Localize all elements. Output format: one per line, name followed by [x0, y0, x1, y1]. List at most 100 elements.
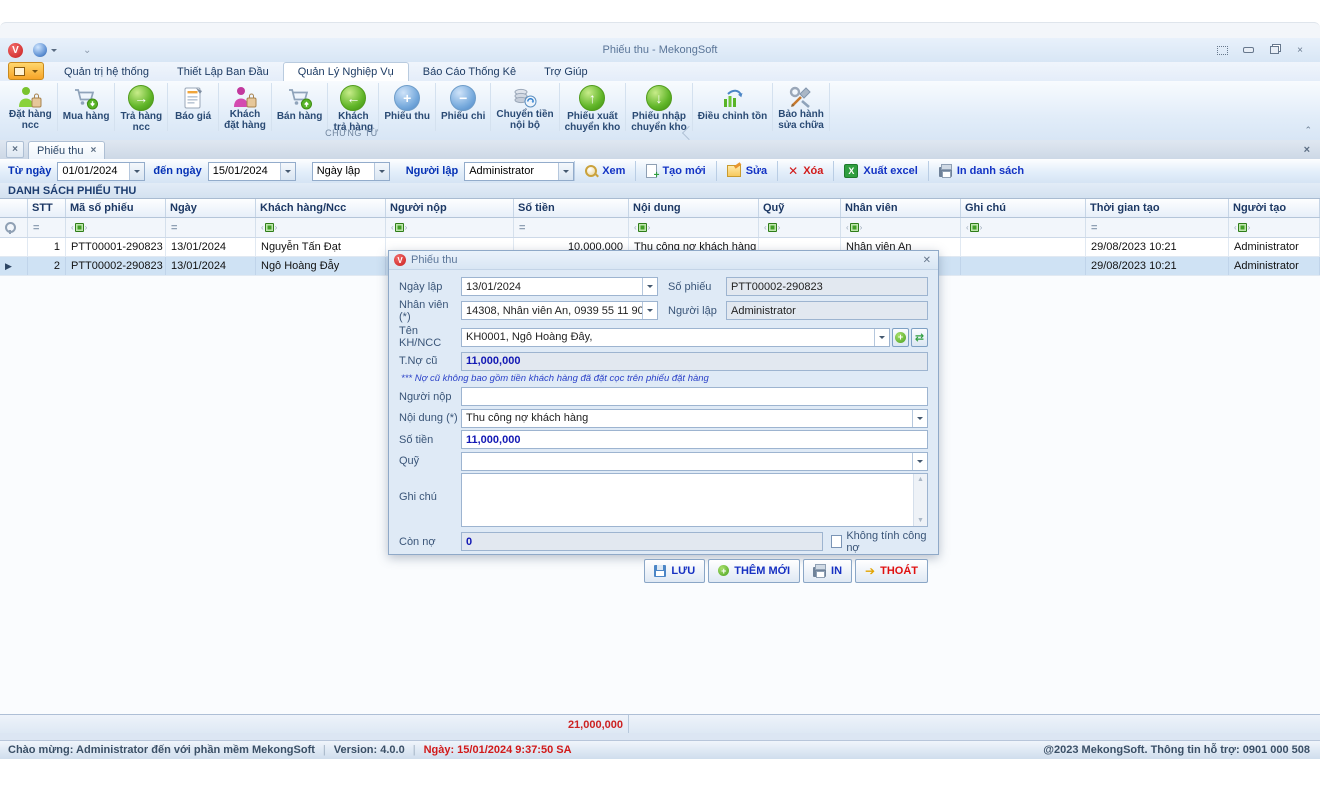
- col-nhan-vien[interactable]: Nhân viên: [841, 199, 961, 217]
- col-noi-dung[interactable]: Nội dung: [629, 199, 759, 217]
- ribbon-button-mua-hang[interactable]: Mua hàng: [58, 83, 116, 131]
- col-ngay[interactable]: Ngày: [166, 199, 256, 217]
- ribbon-button-chuyen-tien-noi-bo[interactable]: Chuyển tiền nội bộ: [491, 83, 559, 131]
- app-logo-icon[interactable]: V: [8, 43, 23, 58]
- chevron-down-icon[interactable]: [280, 163, 295, 180]
- filter-khach-hang[interactable]: ‹›: [256, 218, 386, 237]
- scrollbar[interactable]: ▲▼: [913, 474, 927, 526]
- ribbon-button-phieu-xuat-chuyen-kho[interactable]: ↑ Phiếu xuất chuyển kho: [560, 83, 627, 131]
- dialog-close-icon[interactable]: ✕: [923, 255, 931, 266]
- chevron-down-icon[interactable]: [642, 278, 657, 295]
- add-new-button[interactable]: + THÊM MỚI: [708, 559, 800, 583]
- filter-noi-dung[interactable]: ‹›: [629, 218, 759, 237]
- chevron-down-icon[interactable]: [912, 453, 927, 470]
- quick-access-icon[interactable]: [33, 43, 47, 57]
- exit-button[interactable]: ➔ THOÁT: [855, 559, 928, 583]
- chevron-down-icon[interactable]: [51, 49, 57, 55]
- tab-close-icon[interactable]: ×: [90, 145, 96, 156]
- ribbon-button-dieu-chinh-ton[interactable]: Điều chỉnh tồn: [693, 83, 773, 131]
- menu-tab-bao-cao-thong-ke[interactable]: Báo Cáo Thống Kê: [409, 63, 530, 81]
- chevron-down-icon[interactable]: [129, 163, 144, 180]
- col-so-tien[interactable]: Số tiền: [514, 199, 629, 217]
- ribbon-button-khach-dat-hang[interactable]: Khách đặt hàng: [219, 83, 272, 131]
- nguoi-nop-input[interactable]: [461, 387, 928, 406]
- ribbon-button-ban-hang[interactable]: Bán hàng: [272, 83, 329, 131]
- ribbon-button-phieu-thu[interactable]: + Phiếu thu: [379, 83, 436, 131]
- delete-x-icon: ✕: [788, 164, 798, 178]
- ghi-chu-textarea[interactable]: ▲▼: [461, 473, 928, 527]
- chevron-down-icon[interactable]: [558, 163, 573, 180]
- scroll-up-icon[interactable]: ▲: [917, 476, 924, 483]
- add-customer-button[interactable]: +: [892, 328, 909, 347]
- filter-quy[interactable]: ‹›: [759, 218, 841, 237]
- edit-button[interactable]: Sửa: [716, 161, 777, 181]
- ribbon-button-phieu-chi[interactable]: − Phiếu chi: [436, 83, 491, 131]
- checkbox-box[interactable]: [831, 535, 842, 548]
- toolbar-pin-icon[interactable]: ⌄: [83, 45, 91, 56]
- col-khach-hang[interactable]: Khách hàng/Ncc: [256, 199, 386, 217]
- fullscreen-button[interactable]: [1216, 45, 1228, 55]
- minimize-button[interactable]: [1242, 45, 1254, 55]
- menu-tab-quan-ly-nghiep-vu[interactable]: Quản Lý Nghiệp Vụ: [283, 62, 409, 81]
- creator-combo[interactable]: Administrator: [464, 162, 574, 181]
- scroll-down-icon[interactable]: ▼: [917, 517, 924, 524]
- date-type-combo[interactable]: Ngày lập: [312, 162, 390, 181]
- col-nguoi-nop[interactable]: Người nộp: [386, 199, 514, 217]
- from-date-combo[interactable]: 01/01/2024: [57, 162, 145, 181]
- menu-tab-tro-giup[interactable]: Trợ Giúp: [530, 63, 601, 81]
- menu-tab-thiet-lap-ban-dau[interactable]: Thiết Lập Ban Đầu: [163, 63, 283, 81]
- ribbon-button-khach-tra-hang[interactable]: ← Khách trả hàng: [328, 83, 379, 131]
- col-quy[interactable]: Quỹ: [759, 199, 841, 217]
- chevron-down-icon[interactable]: [874, 329, 889, 346]
- ribbon-button-dat-hang-ncc[interactable]: Đặt hàng ncc: [4, 83, 58, 131]
- chevron-down-icon[interactable]: [374, 163, 389, 180]
- ribbon-collapse-icon[interactable]: ⌃: [1304, 125, 1312, 136]
- ten-kh-combo[interactable]: KH0001, Ngô Hoàng Đẫy,: [461, 328, 890, 347]
- tabstrip-close-icon[interactable]: ×: [1304, 144, 1310, 156]
- filter-thoi-gian-tao[interactable]: =: [1086, 218, 1229, 237]
- ribbon-button-bao-hanh-sua-chua[interactable]: Bảo hành sửa chữa: [773, 83, 830, 131]
- print-list-button[interactable]: In danh sách: [928, 161, 1034, 181]
- col-ma-so-phieu[interactable]: Mã số phiếu: [66, 199, 166, 217]
- filter-so-tien[interactable]: =: [514, 218, 629, 237]
- application-menu-button[interactable]: [8, 62, 44, 80]
- col-nguoi-tao[interactable]: Người tạo: [1229, 199, 1320, 217]
- filter-ngay[interactable]: =: [166, 218, 256, 237]
- print-button[interactable]: IN: [803, 559, 852, 583]
- khong-tinh-cong-no-checkbox[interactable]: Không tính công nợ: [831, 530, 928, 554]
- receipt-dialog: V Phiếu thu ✕ Ngày lập 13/01/2024 Số phi…: [388, 250, 939, 555]
- col-ghi-chu[interactable]: Ghi chú: [961, 199, 1086, 217]
- filter-nguoi-tao[interactable]: ‹›: [1229, 218, 1320, 237]
- chevron-down-icon[interactable]: [642, 302, 657, 319]
- refresh-customer-button[interactable]: ⇄: [911, 328, 928, 347]
- to-date-combo[interactable]: 15/01/2024: [208, 162, 296, 181]
- quy-combo[interactable]: [461, 452, 928, 471]
- ngay-lap-combo[interactable]: 13/01/2024: [461, 277, 658, 296]
- dialog-title-bar[interactable]: V Phiếu thu ✕: [389, 251, 938, 270]
- filter-ghi-chu[interactable]: ‹›: [961, 218, 1086, 237]
- chevron-down-icon[interactable]: [912, 410, 927, 427]
- ribbon-button-tra-hang-ncc[interactable]: → Trả hàng ncc: [115, 83, 168, 131]
- create-new-button[interactable]: Tạo mới: [635, 161, 715, 181]
- col-stt[interactable]: STT: [28, 199, 66, 217]
- close-button[interactable]: ×: [1294, 45, 1306, 55]
- col-thoi-gian-tao[interactable]: Thời gian tạo: [1086, 199, 1229, 217]
- filter-ma-so-phieu[interactable]: ‹›: [66, 218, 166, 237]
- view-button[interactable]: Xem: [574, 161, 635, 181]
- ribbon-button-phieu-nhap-chuyen-kho[interactable]: ↓ Phiếu nhập chuyển kho: [626, 83, 693, 131]
- filter-stt[interactable]: =: [28, 218, 66, 237]
- close-panel-icon[interactable]: ×: [6, 141, 24, 158]
- filter-nhan-vien[interactable]: ‹›: [841, 218, 961, 237]
- window-title: Phiếu thu - MekongSoft: [0, 44, 1320, 56]
- save-button[interactable]: LƯU: [644, 559, 705, 583]
- restore-button[interactable]: [1268, 45, 1280, 55]
- ribbon-button-bao-gia[interactable]: Báo giá: [168, 83, 219, 131]
- tab-phieu-thu[interactable]: Phiếu thu ×: [28, 141, 105, 159]
- noi-dung-combo[interactable]: Thu công nợ khách hàng: [461, 409, 928, 428]
- menu-tab-quan-tri-he-thong[interactable]: Quản trị hệ thống: [50, 63, 163, 81]
- so-tien-input[interactable]: 11,000,000: [461, 430, 928, 449]
- filter-nguoi-nop[interactable]: ‹›: [386, 218, 514, 237]
- export-excel-button[interactable]: X Xuất excel: [833, 161, 927, 181]
- nhan-vien-combo[interactable]: 14308, Nhân viên An, 0939 55 11 90: [461, 301, 658, 320]
- delete-button[interactable]: ✕ Xóa: [777, 161, 833, 181]
